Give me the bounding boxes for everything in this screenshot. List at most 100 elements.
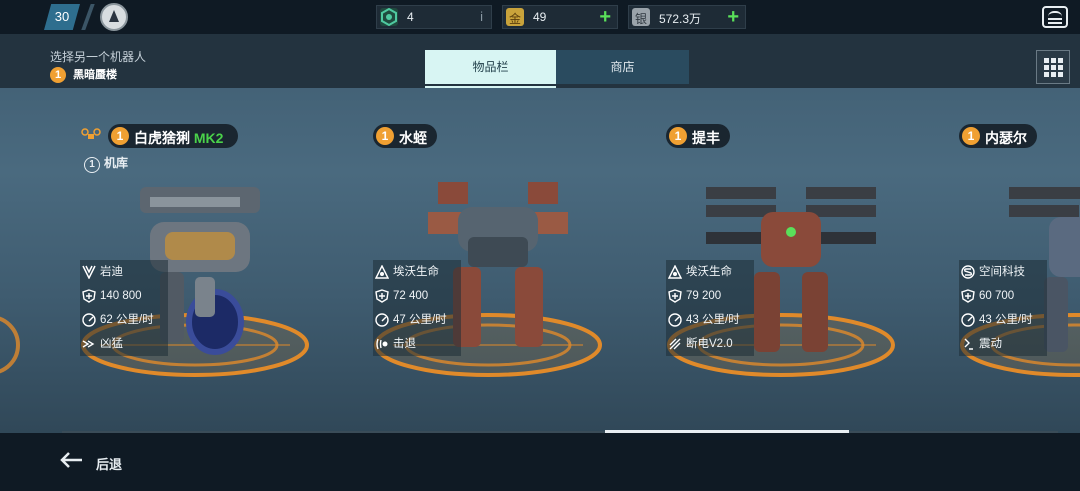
- silver-value: 572.3万: [659, 12, 702, 26]
- selected-robot-name: 黑暗蜃楼: [73, 69, 118, 81]
- faction-icon: [375, 264, 389, 279]
- robot-stats: 空间科技 60 700 43 公里/时 震动: [959, 260, 1047, 356]
- stat-faction: 埃沃生命: [373, 260, 461, 284]
- robot-stats: 埃沃生命 72 400 47 公里/时 击退: [373, 260, 461, 356]
- carousel-scroll-thumb[interactable]: [605, 430, 849, 433]
- faction-name: 埃沃生命: [393, 266, 439, 278]
- ability-name: 断电V2.0: [686, 338, 733, 350]
- page-subtitle: 选择另一个机器人: [50, 50, 147, 64]
- faction-icon: [668, 264, 682, 279]
- silver-icon: 银: [632, 8, 650, 26]
- speed-value: 43 公里/时: [686, 314, 740, 326]
- carousel-scroll-track[interactable]: [62, 431, 1058, 433]
- player-level: 30: [54, 9, 70, 24]
- shield-icon: [375, 289, 389, 303]
- speed-value: 62 公里/时: [100, 314, 154, 326]
- drone-icon: [81, 128, 101, 139]
- faction-name: 岩迪: [100, 266, 123, 278]
- hangar-icon[interactable]: [1042, 6, 1068, 28]
- garage-number: 1: [84, 157, 100, 173]
- gold-icon: 金: [506, 8, 524, 26]
- ability-name: 震动: [979, 338, 1002, 350]
- robot-name: 内瑟尔: [985, 130, 1027, 146]
- robot-name-text: 白虎猞猁 MK2: [134, 128, 223, 148]
- robot-name: 水蛭: [399, 130, 427, 146]
- robot-count-badge: 1: [962, 127, 980, 145]
- tab-shop[interactable]: 商店: [556, 50, 689, 84]
- tab-inventory[interactable]: 物品栏: [425, 50, 556, 84]
- robot-card-2[interactable]: 1 水蛭 埃沃生命 72 400 47 公里/时 击退: [373, 122, 633, 402]
- shield-icon: [668, 289, 682, 303]
- player-level-badge[interactable]: 30: [44, 4, 80, 30]
- bottom-bar: [0, 433, 1080, 491]
- robot-name-pill: 1 提丰: [666, 124, 730, 148]
- hex-gem-icon: [380, 7, 398, 27]
- stat-health: 79 200: [666, 284, 754, 308]
- robot-count-badge: 1: [376, 127, 394, 145]
- robot-stats: 埃沃生命 79 200 43 公里/时 断电V2.0: [666, 260, 754, 356]
- selected-count-badge: 1: [50, 67, 66, 84]
- gold-icon-label: 金: [509, 12, 522, 26]
- robot-stats: 岩迪 140 800 62 公里/时 凶猛: [80, 260, 168, 356]
- health-value: 79 200: [686, 290, 722, 302]
- ability-icon: [82, 340, 95, 348]
- ability-icon: [376, 338, 388, 350]
- robot-name-pill: 1 白虎猞猁 MK2: [108, 124, 238, 148]
- robot-card-1[interactable]: 1 白虎猞猁 MK2 1 机库 岩迪 140 800 62 公里/时 凶猛: [80, 122, 340, 402]
- robot-name-pill: 1 水蛭: [373, 124, 437, 148]
- add-silver-button[interactable]: +: [727, 6, 739, 29]
- silver-icon-label: 银: [635, 12, 648, 26]
- info-icon[interactable]: i: [480, 9, 483, 24]
- gold-counter[interactable]: 金 49 +: [502, 5, 618, 29]
- stat-ability: 击退: [373, 332, 461, 356]
- robot-count-badge: 1: [111, 127, 129, 145]
- stat-speed: 62 公里/时: [80, 308, 168, 332]
- shield-icon: [82, 289, 96, 303]
- robot-card-4[interactable]: 1 内瑟尔 空间科技 60 700 43 公里/时 震动: [959, 122, 1080, 402]
- faction-icon: [82, 265, 96, 279]
- speedometer-icon: [375, 313, 389, 327]
- speed-value: 43 公里/时: [979, 314, 1033, 326]
- faction-name: 空间科技: [979, 266, 1025, 278]
- robot-card-3[interactable]: 1 提丰 埃沃生命 79 200 43 公里/时 断电V2.0: [666, 122, 926, 402]
- health-value: 140 800: [100, 290, 142, 302]
- stat-faction: 埃沃生命: [666, 260, 754, 284]
- gems-counter[interactable]: 4 i: [376, 5, 492, 29]
- health-value: 72 400: [393, 290, 429, 302]
- back-arrow-icon[interactable]: [58, 450, 84, 470]
- ability-icon: [669, 338, 681, 350]
- garage-slot: 1 机库: [84, 154, 128, 173]
- speed-value: 47 公里/时: [393, 314, 447, 326]
- robot-name-pill: 1 内瑟尔: [959, 124, 1037, 148]
- top-bar: 30 4 i 金 49 + 银 572.3万 +: [0, 0, 1080, 34]
- stat-ability: 凶猛: [80, 332, 168, 356]
- stat-health: 140 800: [80, 284, 168, 308]
- silver-counter[interactable]: 银 572.3万 +: [628, 5, 746, 29]
- ability-name: 凶猛: [100, 338, 123, 350]
- active-tab-indicator: [425, 86, 556, 88]
- speedometer-icon: [961, 313, 975, 327]
- rank-icon[interactable]: [100, 3, 128, 31]
- stat-ability: 震动: [959, 332, 1047, 356]
- stat-speed: 47 公里/时: [373, 308, 461, 332]
- header: 选择另一个机器人 1 黑暗蜃楼 物品栏 商店: [0, 34, 1080, 88]
- divider: [81, 4, 95, 30]
- back-button[interactable]: 后退: [96, 454, 122, 473]
- ability-name: 击退: [393, 338, 416, 350]
- speedometer-icon: [82, 313, 96, 327]
- gold-value: 49: [533, 10, 547, 24]
- stat-ability: 断电V2.0: [666, 332, 754, 356]
- robot-mk-label: MK2: [193, 130, 224, 146]
- gems-value: 4: [407, 10, 414, 24]
- garage-label: 机库: [104, 156, 129, 170]
- stat-faction: 岩迪: [80, 260, 168, 284]
- selected-robot: 1 黑暗蜃楼: [50, 66, 118, 84]
- stat-speed: 43 公里/时: [666, 308, 754, 332]
- add-gold-button[interactable]: +: [599, 6, 611, 29]
- ability-icon: [964, 338, 973, 350]
- edge-platform-left: [0, 316, 20, 374]
- stat-speed: 43 公里/时: [959, 308, 1047, 332]
- robot-name: 提丰: [692, 130, 720, 146]
- grid-view-icon[interactable]: [1036, 50, 1070, 84]
- stat-health: 60 700: [959, 284, 1047, 308]
